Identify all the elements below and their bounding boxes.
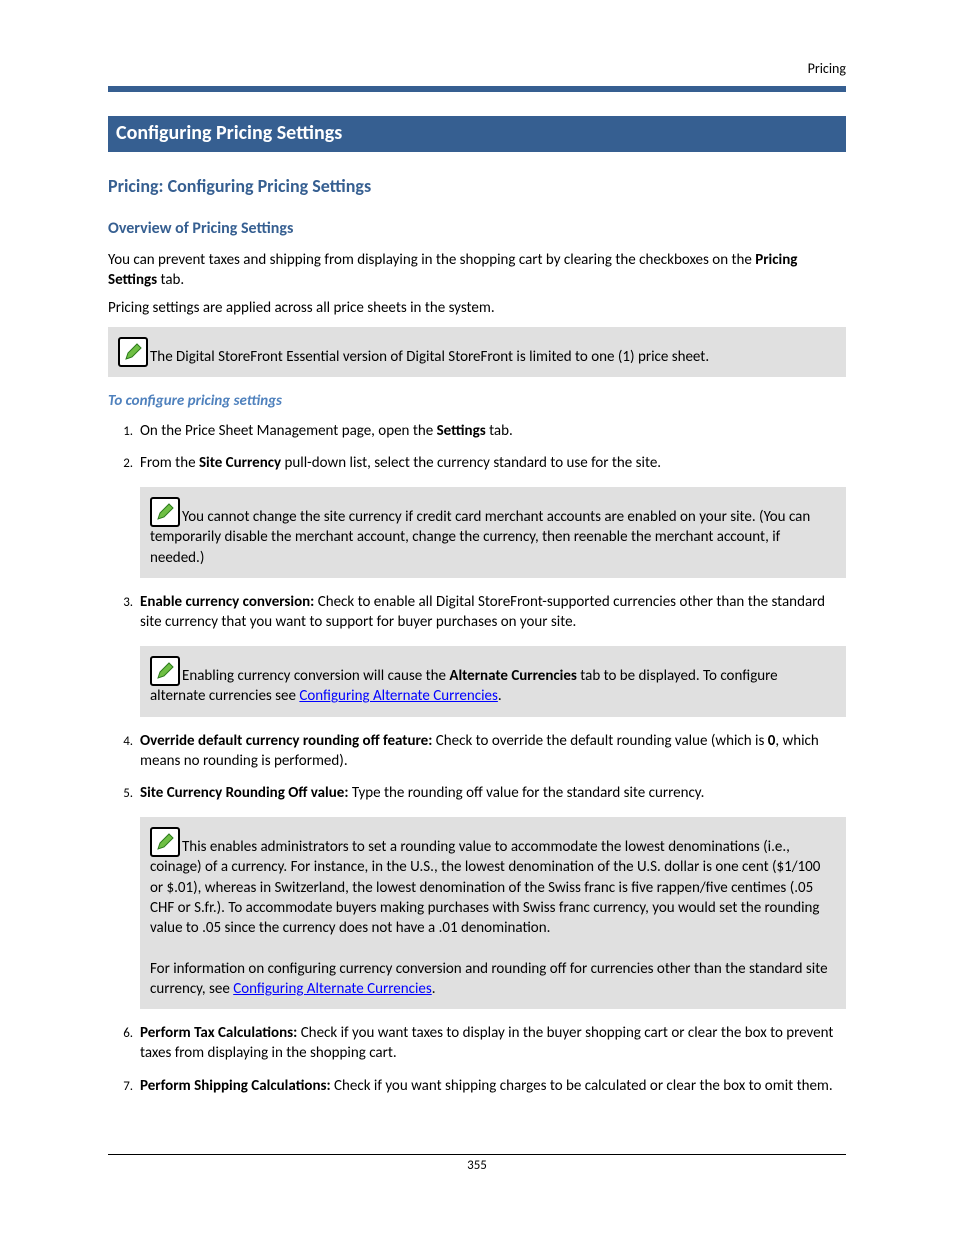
subheading-pricing: Pricing: Configuring Pricing Settings bbox=[108, 174, 846, 198]
header-rule bbox=[108, 86, 846, 92]
text: You can prevent taxes and shipping from … bbox=[108, 251, 755, 269]
overview-paragraph-1: You can prevent taxes and shipping from … bbox=[108, 250, 846, 291]
pencil-icon bbox=[150, 656, 180, 686]
bold-rounding-off-value: Site Currency Rounding Off value: bbox=[140, 784, 348, 802]
steps-list: On the Price Sheet Management page, open… bbox=[108, 421, 846, 1096]
note-site-currency: You cannot change the site currency if c… bbox=[140, 487, 846, 578]
header-right: Pricing bbox=[808, 60, 846, 79]
step-4: Override default currency rounding off f… bbox=[136, 731, 846, 772]
step-7: Perform Shipping Calculations: Check if … bbox=[136, 1076, 846, 1096]
note-rounding-value: This enables administrators to set a rou… bbox=[140, 817, 846, 1009]
text: From the bbox=[140, 454, 199, 472]
note-text: You cannot change the site currency if c… bbox=[150, 508, 810, 567]
step-2: From the Site Currency pull-down list, s… bbox=[136, 453, 846, 578]
bold-site-currency: Site Currency bbox=[199, 454, 281, 472]
page-number: 355 bbox=[467, 1158, 487, 1173]
bold-override-rounding: Override default currency rounding off f… bbox=[140, 732, 432, 750]
note-text: Enabling currency conversion will cause … bbox=[182, 667, 449, 685]
step-6: Perform Tax Calculations: Check if you w… bbox=[136, 1023, 846, 1064]
bold-shipping-calculations: Perform Shipping Calculations: bbox=[140, 1077, 331, 1095]
bold-tax-calculations: Perform Tax Calculations: bbox=[140, 1024, 297, 1042]
bold-settings: Settings bbox=[437, 422, 486, 440]
link-configuring-alternate-currencies[interactable]: Configuring Alternate Currencies bbox=[233, 980, 432, 998]
overview-paragraph-2: Pricing settings are applied across all … bbox=[108, 298, 846, 318]
footer: 355 bbox=[108, 1154, 846, 1175]
bold-enable-currency-conversion: Enable currency conversion: bbox=[140, 593, 314, 611]
pencil-icon bbox=[118, 337, 148, 367]
note-text: The Digital StoreFront Essential version… bbox=[150, 347, 709, 365]
note-text: . bbox=[432, 980, 436, 998]
text: Check if you want shipping charges to be… bbox=[331, 1077, 833, 1095]
heading-to-configure: To configure pricing settings bbox=[108, 391, 846, 411]
note-text: . bbox=[498, 687, 502, 705]
link-configuring-alternate-currencies[interactable]: Configuring Alternate Currencies bbox=[299, 687, 498, 705]
text: tab. bbox=[157, 271, 184, 289]
step-5: Site Currency Rounding Off value: Type t… bbox=[136, 783, 846, 1009]
pencil-icon bbox=[150, 497, 180, 527]
text: Check to override the default rounding v… bbox=[432, 732, 767, 750]
heading-configuring-pricing-settings: Configuring Pricing Settings bbox=[108, 116, 846, 152]
step-1: On the Price Sheet Management page, open… bbox=[136, 421, 846, 441]
pencil-icon bbox=[150, 827, 180, 857]
note-essential-version: The Digital StoreFront Essential version… bbox=[108, 327, 846, 377]
step-3: Enable currency conversion: Check to ena… bbox=[136, 592, 846, 717]
text: Type the rounding off value for the stan… bbox=[348, 784, 704, 802]
text: pull-down list, select the currency stan… bbox=[281, 454, 661, 472]
note-alternate-currencies: Enabling currency conversion will cause … bbox=[140, 646, 846, 716]
note-text: This enables administrators to set a rou… bbox=[150, 838, 820, 937]
heading-overview: Overview of Pricing Settings bbox=[108, 218, 846, 240]
text: tab. bbox=[486, 422, 513, 440]
text: On the Price Sheet Management page, open… bbox=[140, 422, 437, 440]
bold-alternate-currencies: Alternate Currencies bbox=[449, 667, 577, 685]
